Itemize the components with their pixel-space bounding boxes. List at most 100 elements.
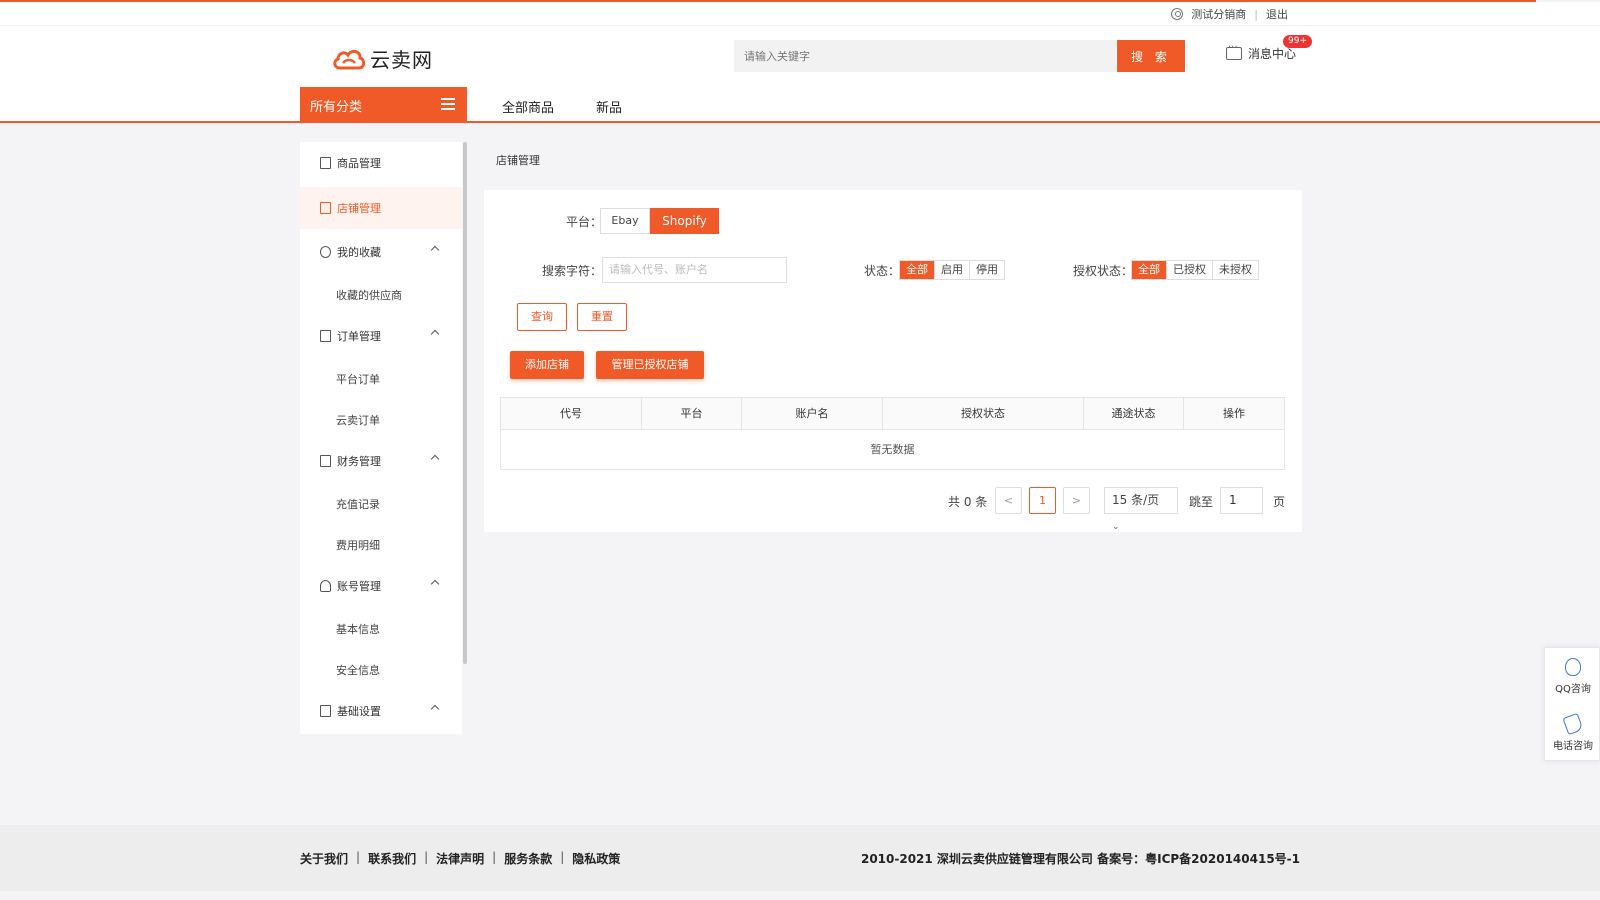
sidebar-item-basic-info[interactable]: 基本信息 bbox=[336, 621, 380, 637]
sidebar-label: 订单管理 bbox=[337, 330, 381, 343]
qq-consult-button[interactable]: QQ咨询 bbox=[1545, 648, 1600, 704]
auth-status-label: 授权状态： bbox=[1073, 264, 1134, 278]
pager-current-page[interactable]: 1 bbox=[1029, 487, 1056, 514]
logout-link[interactable]: 退出 bbox=[1266, 6, 1288, 22]
settings-icon bbox=[320, 705, 331, 717]
platform-label: 平台： bbox=[566, 215, 603, 229]
sidebar-item-stores[interactable]: 店铺管理 bbox=[300, 187, 462, 229]
column-header[interactable]: 平台 bbox=[642, 398, 742, 430]
pager-prev-button[interactable]: < bbox=[995, 487, 1022, 514]
phone-icon bbox=[1562, 712, 1584, 736]
user-icon bbox=[320, 580, 331, 592]
footer-link-contact[interactable]: 联系我们 bbox=[368, 850, 416, 867]
tab-ebay[interactable]: Ebay bbox=[600, 208, 650, 234]
sidebar-item-account[interactable]: 账号管理 bbox=[300, 565, 462, 607]
pager-total: 共 0 条 bbox=[948, 495, 988, 509]
auth-unauthorized[interactable]: 未授权 bbox=[1213, 261, 1258, 279]
phone-consult-label: 电话咨询 bbox=[1553, 741, 1593, 752]
star-icon bbox=[320, 246, 331, 258]
nav-new-products[interactable]: 新品 bbox=[596, 97, 622, 116]
query-button[interactable]: 查询 bbox=[517, 303, 567, 331]
sidebar-label: 我的收藏 bbox=[337, 246, 381, 259]
status-disabled[interactable]: 停用 bbox=[970, 261, 1004, 279]
sidebar-item-orders[interactable]: 订单管理 bbox=[300, 315, 462, 357]
chat-icon bbox=[1226, 42, 1242, 60]
message-center[interactable]: 消息中心 bbox=[1226, 42, 1296, 62]
chevron-up-icon bbox=[430, 245, 440, 255]
footer-link-terms[interactable]: 服务条款 bbox=[504, 850, 552, 867]
clipboard-icon bbox=[320, 157, 331, 169]
message-badge: 99+ bbox=[1283, 35, 1312, 48]
footer-link-about[interactable]: 关于我们 bbox=[300, 850, 348, 867]
page-size-select[interactable]: 15 条/页 ⌄ bbox=[1104, 487, 1178, 532]
sidebar: 商品管理 店铺管理 我的收藏 收藏的供应商 订单管理 平台订单 云卖订单 财务管… bbox=[300, 142, 462, 734]
search-button[interactable]: 搜 索 bbox=[1117, 40, 1185, 72]
menu-icon bbox=[441, 98, 455, 110]
store-icon bbox=[320, 202, 331, 214]
sidebar-item-finance[interactable]: 财务管理 bbox=[300, 440, 462, 482]
table-header: 代号 平台 账户名 授权状态 通途状态 操作 bbox=[501, 398, 1284, 430]
tab-shopify[interactable]: Shopify bbox=[650, 208, 719, 234]
search-input[interactable] bbox=[734, 40, 1116, 72]
reset-button[interactable]: 重置 bbox=[577, 303, 627, 331]
qq-consult-label: QQ咨询 bbox=[1555, 684, 1591, 695]
page-size-value: 15 条/页 bbox=[1112, 493, 1160, 507]
footer-link-privacy[interactable]: 隐私政策 bbox=[572, 850, 620, 867]
jump-label: 跳至 bbox=[1189, 495, 1214, 509]
sidebar-label: 店铺管理 bbox=[337, 202, 381, 215]
category-label: 所有分类 bbox=[310, 100, 363, 115]
sidebar-item-fees[interactable]: 费用明细 bbox=[336, 537, 380, 553]
divider: | bbox=[560, 850, 565, 864]
document-icon bbox=[320, 330, 331, 342]
sidebar-scrollbar[interactable] bbox=[463, 142, 467, 664]
breadcrumb: 店铺管理 bbox=[496, 154, 540, 167]
status-all[interactable]: 全部 bbox=[900, 261, 935, 279]
add-store-button[interactable]: 添加店铺 bbox=[510, 351, 584, 379]
chevron-up-icon bbox=[430, 454, 440, 464]
keyword-label: 搜索字符： bbox=[542, 264, 603, 278]
pager-next-button[interactable]: > bbox=[1063, 487, 1090, 514]
logo-text: 云卖网 bbox=[370, 48, 433, 72]
qq-icon bbox=[1565, 658, 1581, 676]
column-header[interactable]: 代号 bbox=[501, 398, 642, 430]
phone-consult-button[interactable]: 电话咨询 bbox=[1545, 705, 1600, 761]
sidebar-label: 商品管理 bbox=[337, 157, 381, 170]
column-header[interactable]: 通途状态 bbox=[1084, 398, 1184, 430]
user-icon bbox=[1171, 8, 1184, 20]
sidebar-item-fav-suppliers[interactable]: 收藏的供应商 bbox=[336, 287, 402, 303]
sidebar-label: 基础设置 bbox=[337, 705, 381, 718]
sidebar-item-security-info[interactable]: 安全信息 bbox=[336, 662, 380, 678]
jump-page-input[interactable]: 1 bbox=[1220, 487, 1263, 514]
column-header[interactable]: 授权状态 bbox=[883, 398, 1084, 430]
logo[interactable]: 云卖网 bbox=[332, 44, 433, 73]
user-name[interactable]: 测试分销商 bbox=[1191, 6, 1246, 22]
auth-authorized[interactable]: 已授权 bbox=[1167, 261, 1213, 279]
status-label: 状态： bbox=[864, 264, 901, 278]
sidebar-item-favorites[interactable]: 我的收藏 bbox=[300, 231, 462, 273]
divider: | bbox=[492, 850, 497, 864]
sidebar-item-yunmai-orders[interactable]: 云卖订单 bbox=[336, 412, 380, 428]
manage-authorized-stores-button[interactable]: 管理已授权店铺 bbox=[596, 351, 704, 379]
column-header[interactable]: 操作 bbox=[1184, 398, 1284, 430]
page-suffix: 页 bbox=[1273, 495, 1286, 509]
status-enabled[interactable]: 启用 bbox=[935, 261, 970, 279]
house-icon bbox=[320, 455, 331, 467]
divider: | bbox=[1254, 7, 1258, 21]
auth-all[interactable]: 全部 bbox=[1132, 261, 1167, 279]
category-menu[interactable]: 所有分类 bbox=[300, 87, 467, 123]
keyword-input[interactable]: 请输入代号、账户名 bbox=[602, 257, 787, 283]
chevron-up-icon bbox=[430, 579, 440, 589]
footer-link-legal[interactable]: 法律声明 bbox=[436, 850, 484, 867]
footer: 关于我们 | 联系我们 | 法律声明 | 服务条款 | 隐私政策 2010-20… bbox=[0, 825, 1600, 891]
nav-all-products[interactable]: 全部商品 bbox=[502, 97, 554, 116]
top-bar: 测试分销商 | 退出 bbox=[0, 2, 1600, 26]
sidebar-item-platform-orders[interactable]: 平台订单 bbox=[336, 371, 380, 387]
divider: | bbox=[356, 850, 361, 864]
chevron-down-icon: ⌄ bbox=[1112, 522, 1120, 532]
copyright: 2010-2021 深圳云卖供应链管理有限公司 备案号：粤ICP备2020140… bbox=[860, 852, 1300, 866]
sidebar-item-products[interactable]: 商品管理 bbox=[300, 142, 462, 184]
stores-table: 代号 平台 账户名 授权状态 通途状态 操作 暂无数据 bbox=[500, 397, 1285, 470]
sidebar-item-recharge[interactable]: 充值记录 bbox=[336, 496, 380, 512]
column-header[interactable]: 账户名 bbox=[742, 398, 883, 430]
sidebar-item-basic-settings[interactable]: 基础设置 bbox=[300, 690, 462, 732]
